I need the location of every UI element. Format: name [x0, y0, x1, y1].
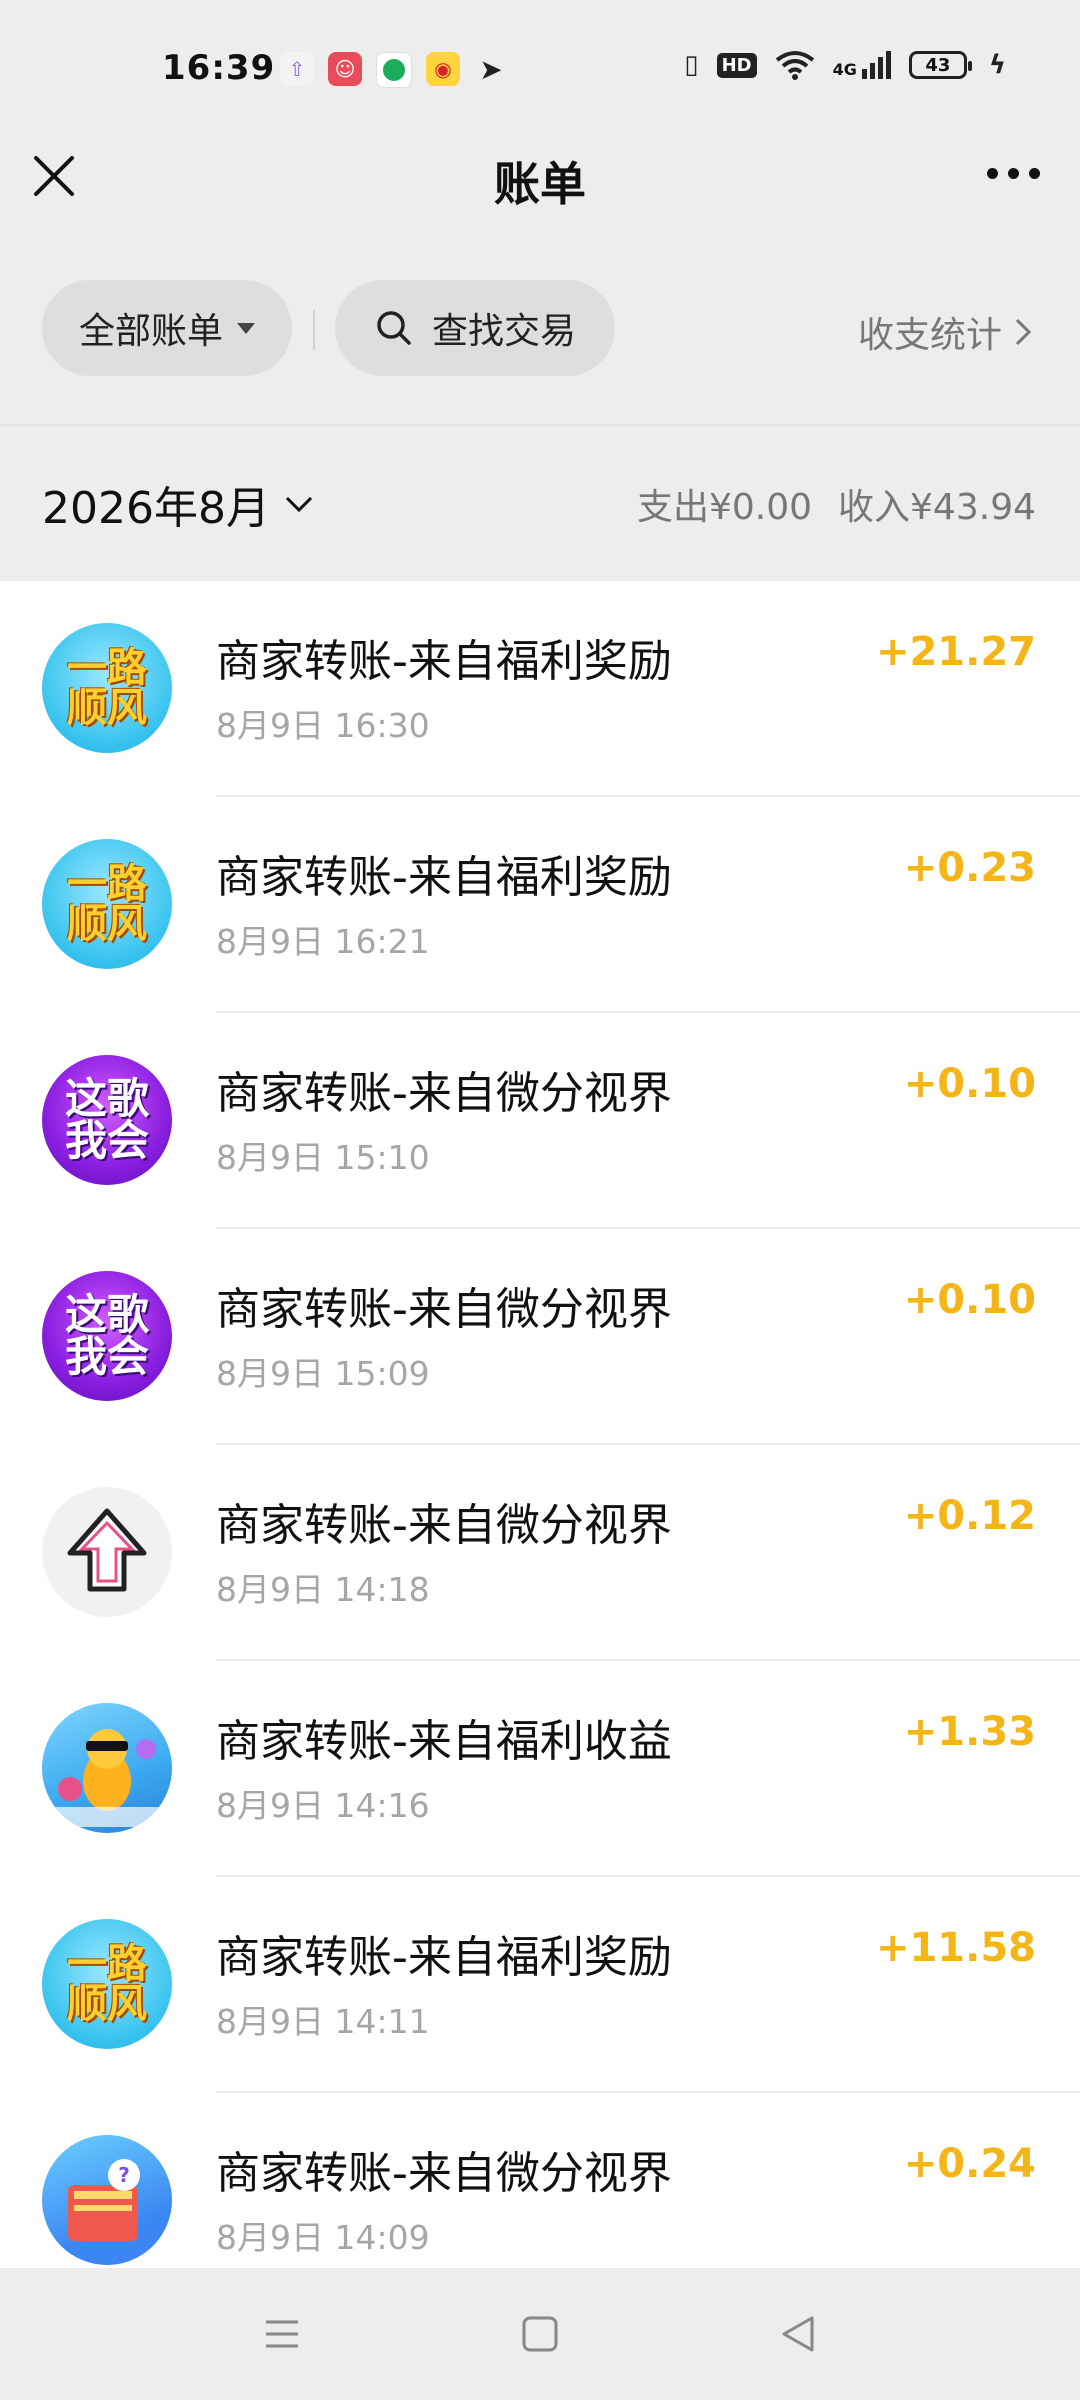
svg-text:?: ?	[118, 2163, 130, 2187]
page-title: 账单	[494, 157, 586, 211]
wifi-icon	[775, 51, 814, 80]
status-time: 16:39	[162, 48, 276, 88]
system-nav-bar	[0, 2268, 1080, 2400]
transaction-time: 8月9日 14:11	[216, 2002, 430, 2041]
transaction-amount: +21.27	[875, 629, 1036, 675]
all-bills-dropdown[interactable]: 全部账单	[42, 280, 292, 376]
hd-icon: HD	[716, 52, 757, 78]
transaction-title: 商家转账-来自福利奖励	[216, 852, 672, 903]
battery-level: 43	[925, 54, 951, 76]
month-totals: 支出¥0.00 收入¥43.94	[611, 478, 1036, 530]
chevron-right-icon	[1015, 318, 1032, 346]
transaction-title: 商家转账-来自福利收益	[216, 1716, 672, 1767]
income-total: 收入¥43.94	[838, 487, 1036, 528]
weibo-icon: ◉	[426, 52, 460, 86]
vibrate-icon: ▯	[684, 50, 699, 80]
transaction-title: 商家转账-来自福利奖励	[216, 1932, 672, 1983]
transaction-row[interactable]: 一路 顺风 商家转账-来自福利奖励 8月9日 16:21 +0.23	[0, 797, 1080, 1013]
transaction-time: 8月9日 14:16	[216, 1786, 430, 1825]
transaction-amount: +0.23	[903, 845, 1036, 891]
transaction-time: 8月9日 16:21	[216, 922, 430, 961]
avatar-text-line2: 顺风	[67, 1981, 147, 2027]
filter-row: 全部账单 查找交易 收支统计	[0, 280, 1080, 380]
stats-label: 收支统计	[857, 315, 1002, 356]
transaction-row[interactable]: 这歌 我会 商家转账-来自微分视界 8月9日 15:09 +0.10	[0, 1229, 1080, 1445]
search-transactions-button[interactable]: 查找交易	[335, 280, 615, 376]
upload-arrow-icon: ⇧	[280, 52, 314, 86]
transaction-row[interactable]: ? 商家转账-来自微分视界 8月9日 14:09 +0.24	[0, 2093, 1080, 2268]
month-summary-row: 2026年8月 支出¥0.00 收入¥43.94	[0, 426, 1080, 581]
avatar-text-line2: 顺风	[67, 901, 147, 947]
transaction-row[interactable]: 一路 顺风 商家转账-来自福利奖励 8月9日 14:11 +11.58	[0, 1877, 1080, 2093]
status-right-icons: ▯ HD 4G 43 ϟ	[684, 50, 1006, 80]
transaction-time: 8月9日 14:09	[216, 2218, 430, 2257]
transaction-amount: +0.24	[903, 2141, 1036, 2187]
charging-icon: ϟ	[988, 50, 1006, 80]
avatar-text-line2: 顺风	[67, 685, 147, 731]
transaction-time: 8月9日 14:18	[216, 1570, 430, 1609]
transaction-amount: +1.33	[903, 1709, 1036, 1755]
transaction-title: 商家转账-来自微分视界	[216, 1068, 672, 1119]
transaction-row[interactable]: 商家转账-来自福利收益 8月9日 14:16 +1.33	[0, 1661, 1080, 1877]
transaction-list: 一路 顺风 商家转账-来自福利奖励 8月9日 16:30 +21.27 一路 顺风 商家转账-…	[0, 581, 1080, 2268]
avatar-text-line2: 我会	[64, 1332, 149, 1381]
search-label: 查找交易	[431, 311, 576, 352]
merchant-avatar-zhege: 这歌 我会	[42, 1055, 172, 1185]
month-selector[interactable]: 2026年8月	[42, 472, 314, 536]
menu-icon[interactable]	[258, 2310, 306, 2358]
merchant-avatar-yilu: 一路 顺风	[42, 1919, 172, 2049]
joker-app-icon: ☺	[328, 52, 362, 86]
avatar-text-line2: 我会	[64, 1116, 149, 1165]
merchant-avatar-game	[42, 1703, 172, 1833]
transaction-time: 8月9日 15:09	[216, 1354, 430, 1393]
transaction-time: 8月9日 16:30	[216, 706, 430, 745]
all-bills-label: 全部账单	[78, 311, 223, 352]
transaction-title: 商家转账-来自微分视界	[216, 1500, 672, 1551]
merchant-avatar-book: ?	[42, 2135, 172, 2265]
income-expense-stats-link[interactable]: 收支统计	[858, 306, 1032, 358]
transaction-amount: +0.10	[903, 1061, 1036, 1107]
merchant-avatar-yilu: 一路 顺风	[42, 839, 172, 969]
merchant-avatar-arrow	[42, 1487, 172, 1617]
more-icon[interactable]	[987, 168, 1040, 179]
search-icon	[377, 311, 411, 345]
transaction-title: 商家转账-来自微分视界	[216, 2148, 672, 2199]
top-bar: 账单	[0, 130, 1080, 220]
avatar-text-line1: 一路	[67, 1941, 147, 1987]
avatar-text-line1: 这歌	[64, 1074, 149, 1123]
merchant-avatar-zhege: 这歌 我会	[42, 1271, 172, 1401]
transaction-time: 8月9日 15:10	[216, 1138, 430, 1177]
transaction-title: 商家转账-来自微分视界	[216, 1284, 672, 1335]
network-type-label: 4G	[832, 60, 857, 79]
notification-icons: ⇧ ☺ ◉ ➤	[280, 52, 508, 88]
transaction-amount: +0.12	[903, 1493, 1036, 1539]
avatar-text-line1: 一路	[67, 861, 147, 907]
month-label: 2026年8月	[42, 483, 270, 534]
back-triangle-icon[interactable]	[774, 2310, 822, 2358]
transaction-row[interactable]: 这歌 我会 商家转账-来自微分视界 8月9日 15:10 +0.10	[0, 1013, 1080, 1229]
avatar-text-line1: 这歌	[64, 1290, 149, 1339]
caret-down-icon	[237, 322, 255, 334]
chevron-down-icon	[285, 496, 313, 513]
battery-icon: 43	[908, 51, 972, 79]
merchant-avatar-yilu: 一路 顺风	[42, 623, 172, 753]
transaction-row[interactable]: 商家转账-来自微分视界 8月9日 14:18 +0.12	[0, 1445, 1080, 1661]
chat-bubble-icon	[376, 52, 412, 88]
telegram-icon: ➤	[479, 52, 503, 86]
transaction-amount: +11.58	[875, 1925, 1036, 1971]
avatar-text-line1: 一路	[67, 645, 147, 691]
4g-signal-icon: 4G	[833, 51, 891, 79]
transaction-row[interactable]: 一路 顺风 商家转账-来自福利奖励 8月9日 16:30 +21.27	[0, 581, 1080, 797]
transaction-title: 商家转账-来自福利奖励	[216, 636, 672, 687]
transaction-amount: +0.10	[903, 1277, 1036, 1323]
status-bar: 16:39 ⇧ ☺ ◉ ➤ ▯ HD 4G 43 ϟ	[0, 0, 1080, 140]
home-square-icon[interactable]	[516, 2310, 564, 2358]
filter-divider	[313, 310, 315, 350]
expense-total: 支出¥0.00	[636, 487, 813, 528]
